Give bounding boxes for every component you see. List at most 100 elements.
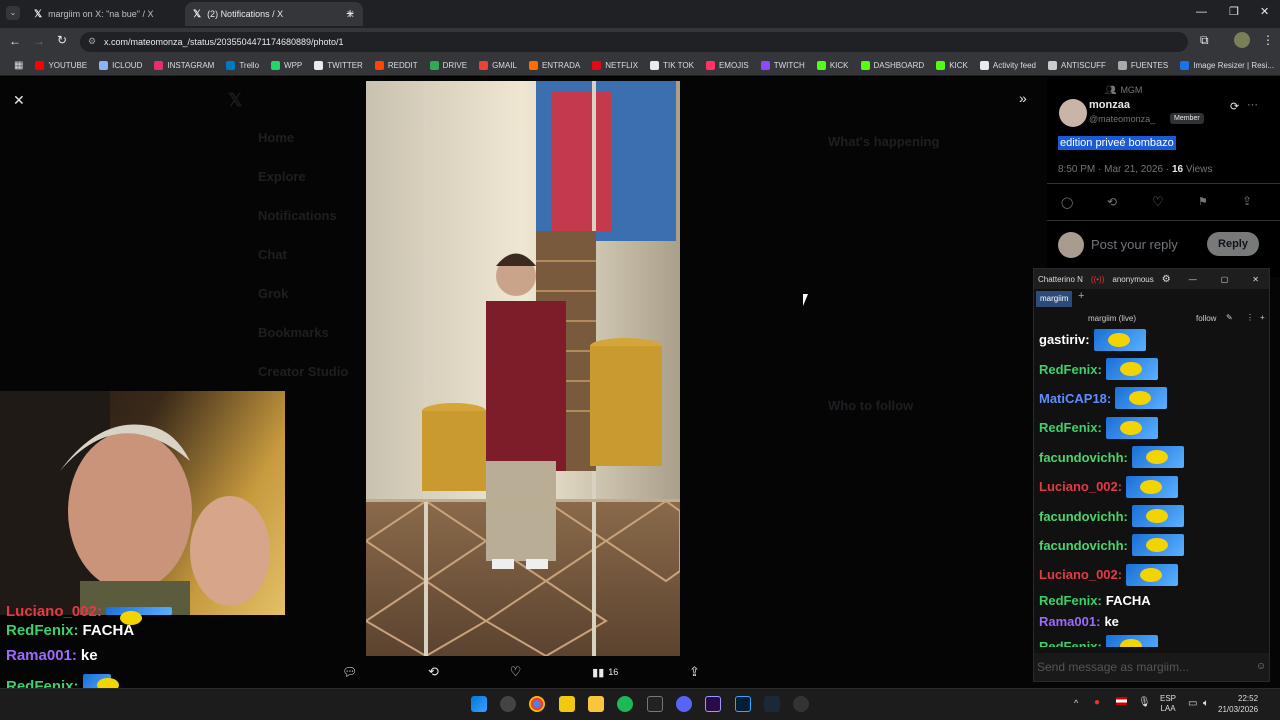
bookmark-item[interactable]: TIK TOK <box>644 61 700 70</box>
tray-chevron-icon[interactable]: ^ <box>1074 698 1078 708</box>
bookmark-item[interactable]: ICLOUD <box>93 61 148 70</box>
tweet-photo[interactable] <box>366 81 680 656</box>
grok-icon[interactable]: ⟳ <box>1230 100 1239 113</box>
expand-panel-icon[interactable]: » <box>1019 90 1027 106</box>
back-icon[interactable]: ← <box>9 34 21 48</box>
address-bar[interactable]: ⚙ x.com/mateomonza_/status/2035504471174… <box>80 32 1188 52</box>
clock[interactable]: 22:52 21/03/2026 <box>1218 693 1258 715</box>
obs-icon[interactable] <box>647 696 663 712</box>
bookmark-item[interactable]: GMAIL <box>473 61 523 70</box>
tab-search-button[interactable]: ⌄ <box>6 6 20 20</box>
volume-icon[interactable]: 🔈︎ <box>1203 698 1209 709</box>
edit-icon[interactable]: ✎ <box>1226 313 1233 322</box>
new-tab-icon[interactable]: + <box>346 5 354 21</box>
chat-username[interactable]: Rama001: <box>1039 614 1100 629</box>
profile-avatar[interactable] <box>1234 32 1250 48</box>
bookmark-item[interactable]: KICK <box>811 61 855 70</box>
sticky-notes-icon[interactable] <box>559 696 575 712</box>
start-icon[interactable] <box>471 696 487 712</box>
like-icon[interactable]: ♡ <box>510 664 522 680</box>
bookmark-item[interactable]: DRIVE <box>424 61 473 70</box>
author-avatar[interactable] <box>1059 99 1087 127</box>
bookmark-item[interactable]: REDDIT <box>369 61 424 70</box>
chat-username[interactable]: gastiriv: <box>1039 332 1090 347</box>
repost-icon[interactable]: ⟲ <box>1107 195 1117 209</box>
like-icon[interactable]: ♡ <box>1152 194 1164 210</box>
steam-icon[interactable] <box>764 696 780 712</box>
settings-gear-icon[interactable]: ⚙ <box>1162 274 1171 285</box>
follow-button[interactable]: follow <box>1196 314 1216 323</box>
reply-input[interactable]: Post your reply <box>1091 237 1178 252</box>
bookmark-item[interactable]: YOUTUBE <box>29 61 93 70</box>
bookmark-item[interactable]: FUENTES <box>1112 61 1174 70</box>
chat-username[interactable]: facundovichh: <box>1039 509 1128 524</box>
bookmark-item[interactable]: KICK <box>930 61 974 70</box>
share-icon[interactable]: ⇪ <box>689 664 700 680</box>
emote-picker-icon[interactable]: ☺ <box>1256 661 1266 672</box>
bookmark-item[interactable]: Image Resizer | Resi... <box>1174 61 1280 70</box>
photoshop-icon[interactable] <box>735 696 751 712</box>
more-icon[interactable]: ⋮ <box>1246 313 1254 322</box>
reply-button[interactable]: Reply <box>1207 232 1259 256</box>
chat-tab[interactable]: margiim <box>1036 291 1073 307</box>
maximize-icon[interactable]: ▢ <box>1221 275 1229 284</box>
minimize-icon[interactable]: — <box>1189 275 1197 284</box>
close-icon[interactable]: ✕ <box>1252 275 1259 284</box>
tray-app-icon[interactable]: ● <box>1094 697 1100 708</box>
bookmark-item[interactable]: NETFLIX <box>586 61 644 70</box>
chat-username[interactable]: facundovichh: <box>1039 450 1128 465</box>
apps-grid-icon[interactable]: ▦ <box>8 60 29 71</box>
tab-notifications[interactable]: 𝕏 (2) Notifications / X ✕ <box>185 2 363 26</box>
author-name[interactable]: monzaa <box>1089 99 1130 111</box>
bookmark-item[interactable]: Activity feed <box>974 61 1042 70</box>
bookmark-item[interactable]: TWITCH <box>755 61 811 70</box>
bookmark-item[interactable]: Trello <box>220 61 265 70</box>
mic-icon[interactable]: 🎙︎ <box>1138 697 1151 708</box>
more-icon[interactable]: ⋯ <box>1247 98 1258 111</box>
add-tab-icon[interactable]: + <box>1078 290 1084 302</box>
app-icon[interactable] <box>500 696 516 712</box>
chat-username[interactable]: facundovichh: <box>1039 538 1128 553</box>
discord-icon[interactable] <box>676 696 692 712</box>
chat-username[interactable]: RedFenix: <box>1039 639 1102 647</box>
bookmark-item[interactable]: DASHBOARD <box>855 61 931 70</box>
views-button[interactable]: ▮▮ 16 <box>592 666 618 679</box>
bookmark-item[interactable]: ENTRADA <box>523 61 586 70</box>
chat-username[interactable]: RedFenix: <box>1039 420 1102 435</box>
menu-kebab-icon[interactable]: ⋮ <box>1262 33 1274 47</box>
reload-icon[interactable]: ↻ <box>57 33 67 47</box>
chat-username[interactable]: Luciano_002: <box>1039 479 1122 494</box>
chat-input[interactable]: Send message as margiim... <box>1034 653 1269 681</box>
file-explorer-icon[interactable] <box>588 696 604 712</box>
maximize-icon[interactable]: ❐ <box>1229 5 1239 18</box>
minimize-icon[interactable]: — <box>1196 6 1207 18</box>
chrome-icon[interactable] <box>529 696 545 712</box>
split-icon[interactable]: + <box>1260 313 1265 322</box>
bookmark-icon[interactable]: ⚑ <box>1198 195 1208 208</box>
share-icon[interactable]: ⇪ <box>1242 194 1252 208</box>
bookmark-item[interactable]: TWITTER <box>308 61 369 70</box>
chat-username[interactable]: RedFenix: <box>1039 362 1102 377</box>
site-info-icon[interactable]: ⚙ <box>88 36 96 47</box>
bookmark-item[interactable]: INSTAGRAM <box>148 61 220 70</box>
network-icon[interactable]: ▭ <box>1188 698 1197 709</box>
chat-username[interactable]: Luciano_002: <box>1039 567 1122 582</box>
chatterino-user[interactable]: anonymous <box>1112 275 1153 284</box>
tab-margiim[interactable]: 𝕏 margiim on X: "na bue" / X ✕ <box>26 2 204 26</box>
chat-username[interactable]: RedFenix: <box>1039 593 1102 608</box>
chat-username[interactable]: MatiCAP18: <box>1039 391 1111 406</box>
bookmark-item[interactable]: WPP <box>265 61 308 70</box>
tray-flag-icon[interactable] <box>1116 697 1127 705</box>
forward-icon[interactable]: → <box>33 34 45 48</box>
premiere-icon[interactable] <box>705 696 721 712</box>
spotify-icon[interactable] <box>617 696 633 712</box>
author-handle[interactable]: @mateomonza_ <box>1089 114 1155 124</box>
extensions-icon[interactable]: ⧉ <box>1200 33 1209 48</box>
reply-icon[interactable]: 💬︎ <box>342 665 357 679</box>
chatterino-icon[interactable] <box>793 696 809 712</box>
repost-icon[interactable]: ⟲ <box>428 664 439 680</box>
close-photo-icon[interactable]: ✕ <box>13 92 25 109</box>
bookmark-item[interactable]: ANTISCUFF <box>1042 61 1112 70</box>
bookmark-item[interactable]: EMOJIS <box>700 61 755 70</box>
reply-icon[interactable]: ◯ <box>1061 196 1073 209</box>
